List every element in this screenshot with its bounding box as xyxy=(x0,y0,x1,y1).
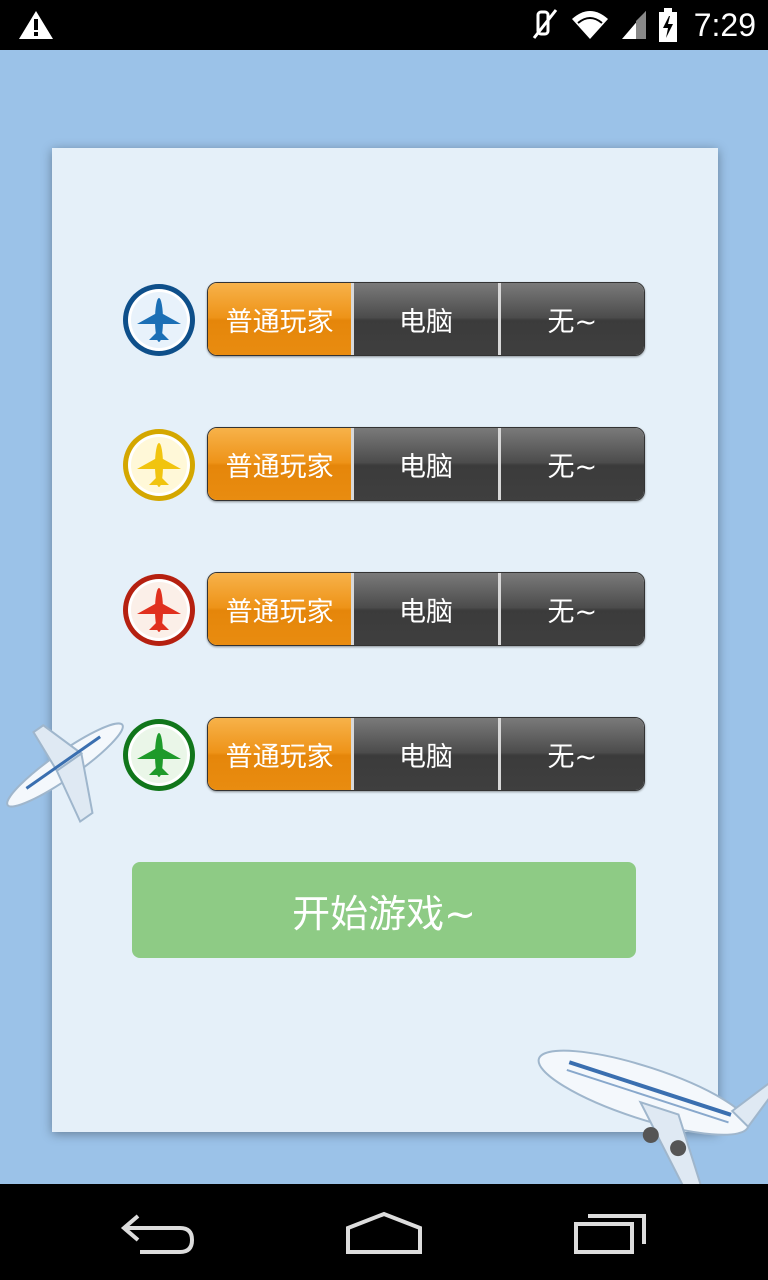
player-type-selector: 普通玩家 电脑 无~ xyxy=(207,572,645,646)
player-setup-card: 普通玩家 电脑 无~ 普通玩家 电脑 无~ 普通玩家 电脑 无~ 普通玩家 电脑… xyxy=(52,148,718,1132)
option-none[interactable]: 无~ xyxy=(497,428,644,500)
option-computer[interactable]: 电脑 xyxy=(351,573,498,645)
yellow-plane-icon xyxy=(123,429,195,501)
player-row-blue: 普通玩家 电脑 无~ xyxy=(122,282,648,358)
option-human-player[interactable]: 普通玩家 xyxy=(208,283,352,355)
blue-plane-icon xyxy=(123,284,195,356)
home-icon[interactable] xyxy=(334,1202,434,1262)
status-bar: 7:29 xyxy=(0,0,768,50)
option-none[interactable]: 无~ xyxy=(497,573,644,645)
player-row-yellow: 普通玩家 电脑 无~ xyxy=(122,427,648,503)
battery-charging-icon xyxy=(658,8,677,42)
mute-icon xyxy=(532,9,557,39)
player-row-green: 普通玩家 电脑 无~ xyxy=(122,717,648,793)
option-human-player[interactable]: 普通玩家 xyxy=(208,718,352,790)
green-plane-icon xyxy=(123,719,195,791)
navigation-bar xyxy=(0,1184,768,1280)
option-computer[interactable]: 电脑 xyxy=(351,718,498,790)
airplane-illustration-icon xyxy=(537,1049,768,1184)
warning-icon xyxy=(19,11,53,39)
player-row-red: 普通玩家 电脑 无~ xyxy=(122,572,648,648)
status-time: 7:29 xyxy=(693,6,756,43)
wifi-icon xyxy=(571,11,608,39)
recents-icon[interactable] xyxy=(560,1202,660,1262)
background: 普通玩家 电脑 无~ 普通玩家 电脑 无~ 普通玩家 电脑 无~ 普通玩家 电脑… xyxy=(0,50,768,1184)
option-computer[interactable]: 电脑 xyxy=(351,428,498,500)
option-human-player[interactable]: 普通玩家 xyxy=(208,428,352,500)
option-none[interactable]: 无~ xyxy=(497,718,644,790)
red-plane-icon xyxy=(123,574,195,646)
player-type-selector: 普通玩家 电脑 无~ xyxy=(207,282,645,356)
signal-icon xyxy=(621,11,646,39)
airplane-illustration-icon xyxy=(6,722,124,824)
option-none[interactable]: 无~ xyxy=(497,283,644,355)
option-human-player[interactable]: 普通玩家 xyxy=(208,573,352,645)
back-icon[interactable] xyxy=(110,1202,210,1262)
option-computer[interactable]: 电脑 xyxy=(351,283,498,355)
player-type-selector: 普通玩家 电脑 无~ xyxy=(207,717,645,791)
player-type-selector: 普通玩家 电脑 无~ xyxy=(207,427,645,501)
start-game-button[interactable]: 开始游戏~ xyxy=(132,862,636,958)
